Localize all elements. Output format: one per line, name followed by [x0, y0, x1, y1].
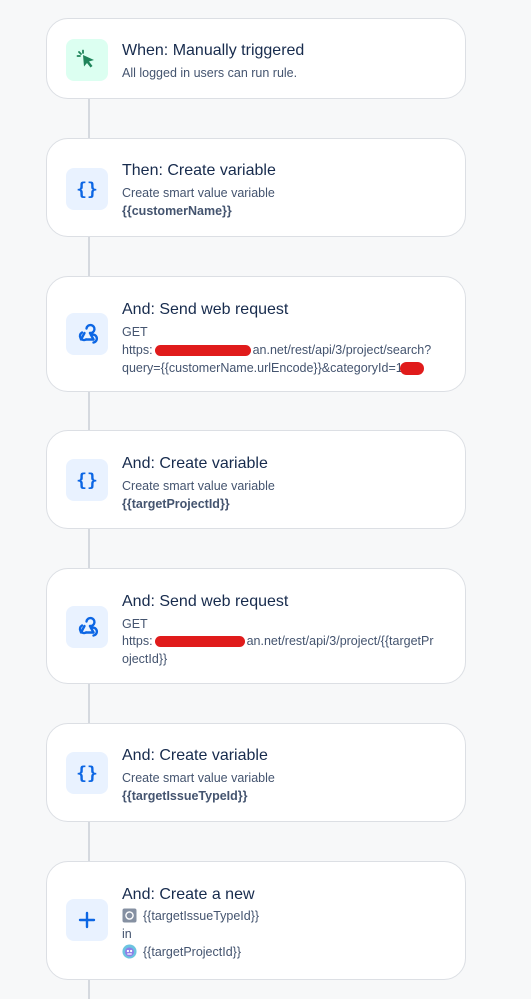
step-title: Then: Create variable	[122, 162, 276, 179]
connector-line	[88, 98, 90, 138]
redaction-mark	[399, 362, 424, 376]
issue-type-row: {{targetIssueTypeId}}	[122, 907, 447, 925]
redaction-mark	[154, 345, 251, 357]
connector-line	[88, 683, 90, 723]
step-subtitle: All logged in users can run rule.	[122, 66, 298, 80]
request-url: https: an.net/rest/api/3/project/{{target…	[122, 632, 447, 650]
redaction-mark	[154, 636, 245, 648]
issue-type-icon	[122, 908, 137, 923]
url-query: query={{customerName.urlEncode}}&categor…	[122, 361, 403, 375]
url-rest: an.net/rest/api/3/project/search?	[252, 343, 432, 357]
rule-flow: When: Manually triggered All logged in u…	[0, 0, 531, 999]
create-variable-card[interactable]: {} Then: Create variable Create smart va…	[46, 138, 466, 237]
issue-type-value: {{targetIssueTypeId}}	[143, 909, 260, 923]
url-rest: an.net/rest/api/3/project/{{targetPr	[246, 634, 434, 648]
plus-icon	[78, 911, 96, 929]
step-title: When: Manually triggered	[122, 42, 305, 59]
project-avatar-icon	[122, 944, 137, 959]
connector-line	[88, 236, 90, 276]
http-method: GET	[122, 325, 148, 339]
webhook-icon	[78, 323, 98, 344]
connector-line	[88, 391, 90, 431]
request-url-continued: ojectId}}	[122, 652, 168, 666]
project-row: {{targetProjectId}}	[122, 943, 447, 961]
curly-braces-icon: {}	[76, 470, 98, 491]
step-title: And: Create variable	[122, 455, 268, 472]
web-request-card[interactable]: And: Send web request GET https: an.net/r…	[46, 568, 466, 684]
create-variable-card[interactable]: {} And: Create variable Create smart val…	[46, 430, 466, 529]
request-url: https: an.net/rest/api/3/project/search?	[122, 341, 447, 359]
connector-line	[88, 821, 90, 861]
web-request-card[interactable]: And: Send web request GET https: an.net/r…	[46, 276, 466, 392]
webhook-icon-box	[66, 606, 108, 648]
variable-name: {{targetIssueTypeId}}	[122, 789, 248, 803]
create-issue-card[interactable]: And: Create a new {{targetIssueTypeId}} …	[46, 861, 466, 980]
curly-braces-icon: {}	[76, 179, 98, 200]
variable-icon-box: {}	[66, 168, 108, 210]
trigger-card[interactable]: When: Manually triggered All logged in u…	[46, 18, 466, 99]
variable-icon-box: {}	[66, 459, 108, 501]
step-title: And: Create a new	[122, 886, 255, 903]
connector-line	[88, 528, 90, 568]
connector-line	[88, 979, 90, 999]
variable-name: {{targetProjectId}}	[122, 497, 230, 511]
url-prefix: https:	[122, 343, 153, 357]
step-description: Create smart value variable	[122, 479, 275, 493]
variable-name: {{customerName}}	[122, 204, 232, 218]
curly-braces-icon: {}	[76, 763, 98, 784]
create-variable-card[interactable]: {} And: Create variable Create smart val…	[46, 723, 466, 822]
step-title: And: Send web request	[122, 301, 289, 318]
in-label: in	[122, 927, 132, 941]
trigger-icon-box	[66, 39, 108, 81]
webhook-icon	[78, 616, 98, 637]
svg-text:{}: {}	[76, 179, 98, 200]
create-icon-box	[66, 899, 108, 941]
svg-text:{}: {}	[76, 470, 98, 491]
url-prefix: https:	[122, 634, 153, 648]
variable-icon-box: {}	[66, 752, 108, 794]
svg-text:{}: {}	[76, 763, 98, 784]
step-description: Create smart value variable	[122, 186, 275, 200]
webhook-icon-box	[66, 313, 108, 355]
http-method: GET	[122, 617, 148, 631]
project-value: {{targetProjectId}}	[143, 945, 241, 959]
cursor-click-icon	[76, 49, 94, 68]
step-title: And: Send web request	[122, 593, 289, 610]
request-url-continued: query={{customerName.urlEncode}}&categor…	[122, 359, 447, 377]
step-title: And: Create variable	[122, 747, 268, 764]
step-description: Create smart value variable	[122, 771, 275, 785]
